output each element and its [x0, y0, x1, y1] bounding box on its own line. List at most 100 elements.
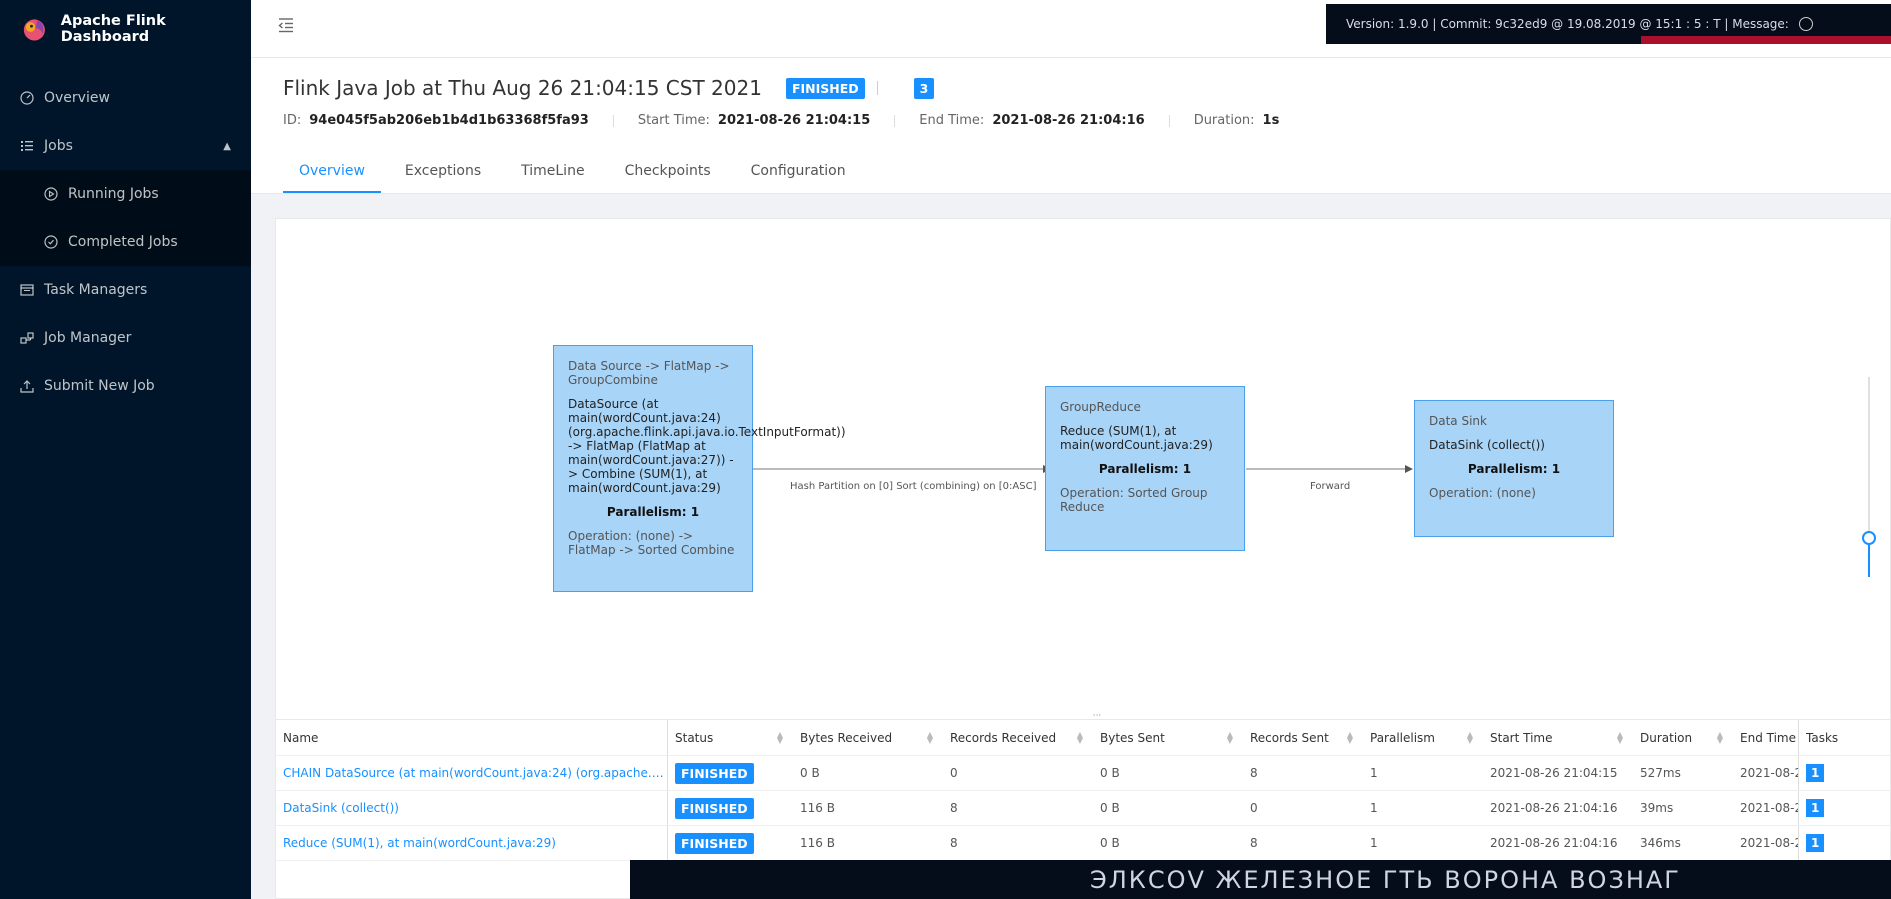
sidebar-item-label: Submit New Job	[44, 378, 155, 394]
tab-overview[interactable]: Overview	[283, 163, 381, 193]
column-header-label: Parallelism	[1370, 730, 1435, 745]
cell-status: FINISHED	[668, 756, 793, 790]
meta-divider	[612, 114, 614, 127]
start-time-label: Start Time:	[637, 113, 710, 128]
column-header-duration[interactable]: Duration ▲ ▼	[1633, 720, 1733, 755]
status-badge: FINISHED	[675, 797, 754, 819]
tab-configuration[interactable]: Configuration	[735, 163, 862, 193]
node-description: DataSource (at main(wordCount.java:24) (…	[568, 397, 846, 495]
column-header-parallelism[interactable]: Parallelism ▲ ▼	[1363, 720, 1483, 755]
table-row[interactable]: CHAIN DataSource (at main(wordCount.java…	[276, 756, 1891, 791]
graph-node-data-source[interactable]: Data Source -> FlatMap -> GroupCombine D…	[553, 345, 846, 592]
column-header-label: Bytes Sent	[1100, 730, 1165, 745]
sort-icon[interactable]: ▲ ▼	[777, 730, 783, 744]
column-header-label: Status	[675, 730, 714, 745]
column-header-start-time[interactable]: Start Time ▲ ▼	[1483, 720, 1633, 755]
cell-end-time: 2021-08-2	[1740, 801, 1798, 815]
cell-parallelism: 1	[1370, 836, 1378, 850]
sidebar-item-submit-new-job[interactable]: Submit New Job	[0, 362, 251, 410]
column-header-label: Records Sent	[1250, 730, 1329, 745]
sidebar-item-label: Task Managers	[44, 282, 148, 298]
sort-icon[interactable]: ▲ ▼	[1077, 730, 1083, 744]
column-header-bytes-sent[interactable]: Bytes Sent ▲ ▼	[1093, 720, 1243, 755]
sidebar-item-jobs[interactable]: Jobs ▲	[0, 122, 251, 170]
overlay-text: ЭЛКСОV ЖЕЛЕЗНОЕ ГТЬ ВОРОНА ВОЗНАГ	[1090, 865, 1681, 894]
column-header-tasks[interactable]: Tasks	[1798, 720, 1878, 755]
column-header-status[interactable]: Status ▲ ▼	[668, 720, 793, 755]
table-row[interactable]: Reduce (SUM(1), at main(wordCount.java:2…	[276, 826, 1891, 861]
title-divider	[876, 81, 878, 95]
task-badge: 1	[1806, 764, 1825, 782]
status-badge: FINISHED	[675, 762, 754, 784]
column-header-label: Records Received	[950, 730, 1057, 745]
job-title: Flink Java Job at Thu Aug 26 21:04:15 CS…	[283, 76, 762, 100]
sort-icon[interactable]: ▲ ▼	[1717, 730, 1723, 744]
sidebar-item-task-managers[interactable]: Task Managers	[0, 266, 251, 314]
status-badge: FINISHED	[675, 832, 754, 854]
cell-name[interactable]: CHAIN DataSource (at main(wordCount.java…	[276, 756, 668, 790]
tab-checkpoints[interactable]: Checkpoints	[609, 163, 727, 193]
message-icon[interactable]	[1798, 17, 1813, 31]
column-header-label: End Time	[1740, 730, 1796, 745]
node-description: Reduce (SUM(1), at main(wordCount.java:2…	[1060, 424, 1213, 452]
node-title: Data Sink	[1429, 414, 1487, 428]
cell-status: FINISHED	[668, 826, 793, 860]
column-header-end-time[interactable]: End Time	[1733, 720, 1798, 755]
column-header-name[interactable]: Name	[276, 720, 668, 755]
top-bar: Version: 1.9.0 | Commit: 9c32ed9 @ 19.08…	[251, 0, 1891, 58]
cell-start-time: 2021-08-26 21:04:16	[1490, 801, 1618, 815]
sort-icon[interactable]: ▲ ▼	[927, 730, 933, 744]
cell-name[interactable]: DataSink (collect())	[276, 791, 668, 825]
tab-exceptions[interactable]: Exceptions	[389, 163, 497, 193]
sidebar: Apache Flink Dashboard Overview Jobs ▲ R…	[0, 0, 251, 899]
table-row[interactable]: DataSink (collect()) FINISHED 116 B 8 0 …	[276, 791, 1891, 826]
sidebar-item-label: Job Manager	[44, 330, 132, 346]
graph-node-data-sink[interactable]: Data Sink DataSink (collect()) Paralleli…	[1414, 400, 1614, 537]
sidebar-item-running-jobs[interactable]: Running Jobs	[0, 170, 251, 218]
graph-node-group-reduce[interactable]: GroupReduce Reduce (SUM(1), at main(word…	[1045, 386, 1245, 551]
cell-end-time: 2021-08-2	[1740, 766, 1798, 780]
sidebar-item-label: Overview	[44, 90, 110, 106]
column-header-records-received[interactable]: Records Received ▲ ▼	[943, 720, 1093, 755]
node-parallelism: Parallelism: 1	[1467, 462, 1561, 476]
sort-icon[interactable]: ▲ ▼	[1347, 730, 1353, 744]
column-header-records-sent[interactable]: Records Sent ▲ ▼	[1243, 720, 1363, 755]
job-id-value: 94e045f5ab206eb1b4d1b63368f5fa93	[309, 113, 589, 128]
cell-name[interactable]: Reduce (SUM(1), at main(wordCount.java:2…	[276, 826, 668, 860]
list-icon	[20, 139, 34, 153]
column-header-bytes-received[interactable]: Bytes Received ▲ ▼	[793, 720, 943, 755]
edge-label-hash-partition: Hash Partition on [0] Sort (combining) o…	[790, 481, 1037, 492]
node-operation: Operation: (none)	[1429, 486, 1536, 500]
sidebar-item-job-manager[interactable]: Job Manager	[0, 314, 251, 362]
task-count-badge: 3	[913, 77, 935, 99]
play-circle-icon	[44, 187, 58, 201]
sidebar-item-completed-jobs[interactable]: Completed Jobs	[0, 218, 251, 266]
sort-icon[interactable]: ▲ ▼	[1617, 730, 1623, 744]
brand[interactable]: Apache Flink Dashboard	[0, 0, 251, 58]
job-graph[interactable]: Data Source -> FlatMap -> GroupCombine D…	[276, 219, 1891, 719]
cell-status: FINISHED	[668, 791, 793, 825]
vertex-name-link[interactable]: CHAIN DataSource (at main(wordCount.java…	[283, 766, 667, 780]
main-area: Version: 1.9.0 | Commit: 9c32ed9 @ 19.08…	[251, 0, 1891, 899]
tab-timeline[interactable]: TimeLine	[505, 163, 600, 193]
cell-records-sent: 8	[1250, 836, 1258, 850]
start-time-value: 2021-08-26 21:04:15	[717, 113, 871, 128]
cell-tasks: 1	[1798, 826, 1878, 860]
job-id-label: ID:	[283, 113, 302, 128]
column-header-label: Duration	[1640, 730, 1693, 745]
cell-bytes-received: 0 B	[800, 766, 820, 780]
cell-duration: 39ms	[1640, 801, 1674, 815]
brand-name: Apache Flink Dashboard	[60, 13, 166, 45]
table-header: Name Status ▲ ▼ Bytes Received ▲ ▼ Records R…	[276, 720, 1891, 756]
vertex-name-link[interactable]: DataSink (collect())	[283, 801, 399, 815]
end-time-value: 2021-08-26 21:04:16	[992, 113, 1145, 128]
jobs-submenu: Running Jobs Completed Jobs	[0, 170, 251, 266]
sort-icon[interactable]: ▲ ▼	[1467, 730, 1473, 744]
sort-icon[interactable]: ▲ ▼	[1227, 730, 1233, 744]
zoom-slider-handle[interactable]	[1862, 531, 1876, 545]
sidebar-item-overview[interactable]: Overview	[0, 74, 251, 122]
cell-duration: 346ms	[1640, 836, 1681, 850]
vertex-name-link[interactable]: Reduce (SUM(1), at main(wordCount.java:2…	[283, 836, 556, 850]
column-header-label: Name	[283, 730, 319, 745]
menu-fold-icon[interactable]	[277, 16, 295, 34]
